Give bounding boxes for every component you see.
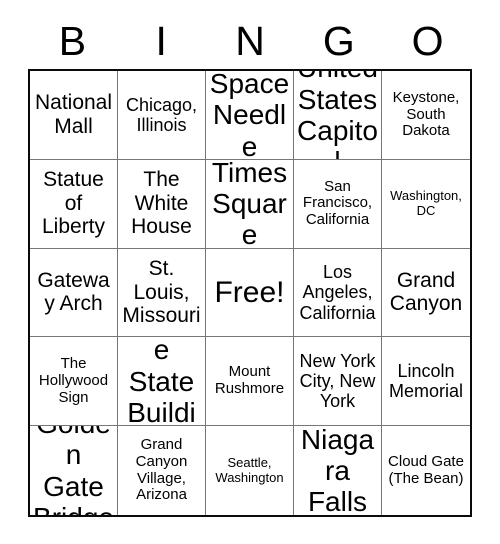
bingo-cell[interactable]: Seattle, Washington — [206, 426, 294, 515]
bingo-header: BINGO — [28, 14, 472, 69]
bingo-cell[interactable]: Washington, DC — [382, 159, 470, 249]
bingo-cell[interactable]: St. Louis, Missouri — [118, 248, 206, 338]
bingo-cell-label: Space Needle — [209, 71, 290, 160]
bingo-cell-label: Statue of Liberty — [41, 168, 106, 239]
bingo-cell[interactable]: Statue of Liberty — [30, 159, 118, 249]
bingo-cell-label: Gateway Arch — [37, 268, 110, 316]
bingo-cell[interactable]: Niagara Falls — [294, 426, 382, 515]
bingo-cell-label: Grand Canyon — [389, 268, 463, 316]
bingo-cell-label: Empire State Building — [127, 337, 196, 427]
bingo-cell[interactable]: Gateway Arch — [30, 248, 118, 338]
bingo-cell-label: Grand Canyon Village, Arizona — [135, 436, 188, 504]
bingo-cell[interactable]: United States Capitol — [294, 71, 382, 160]
bingo-cell-label: Cloud Gate (The Bean) — [388, 452, 464, 487]
bingo-cell-label: San Francisco, California — [302, 177, 373, 229]
bingo-cell[interactable]: Grand Canyon Village, Arizona — [118, 426, 206, 515]
bingo-header-letter-b: B — [58, 18, 87, 64]
bingo-cell[interactable]: Empire State Building — [118, 337, 206, 427]
bingo-cell[interactable]: Mount Rushmore — [206, 337, 294, 427]
bingo-cell-label: Mount Rushmore — [214, 363, 285, 398]
bingo-cell[interactable]: Grand Canyon — [382, 248, 470, 338]
bingo-header-letter-g: G — [322, 18, 355, 64]
bingo-cell[interactable]: Cloud Gate (The Bean) — [382, 426, 470, 515]
bingo-cell-label: Seattle, Washington — [215, 455, 284, 485]
bingo-cell-label: The Hollywood Sign — [38, 355, 109, 406]
bingo-cell[interactable]: Keystone, South Dakota — [382, 71, 470, 160]
bingo-grid: National Mall Chicago, Illinois Space Need… — [28, 69, 472, 517]
bingo-cell[interactable]: The Hollywood Sign — [30, 337, 118, 427]
bingo-cell[interactable]: The White House — [118, 159, 206, 249]
bingo-cell-label: Times Square — [211, 159, 288, 249]
bingo-cell[interactable]: Times Square — [206, 159, 294, 249]
bingo-header-letter-i: I — [155, 18, 167, 64]
bingo-cell[interactable]: Los Angeles, California — [294, 248, 382, 338]
bingo-card: B I N G O National Mall Chicago, Illinois Spac… — [0, 0, 500, 544]
bingo-cell-label: Niagara Falls — [300, 426, 375, 515]
bingo-header-letter-n: N — [235, 18, 265, 64]
bingo-cell-label: Chicago, Illinois — [125, 94, 198, 135]
bingo-cell[interactable]: National Mall — [30, 71, 118, 160]
bingo-cell-label: Keystone, South Dakota — [392, 88, 460, 140]
bingo-cell-label: Washington, DC — [390, 188, 462, 218]
bingo-cell-label: National Mall — [34, 91, 113, 138]
bingo-cell[interactable]: Space Needle — [206, 71, 294, 160]
bingo-free-space-label: Free! — [214, 275, 285, 309]
bingo-cell-label: Los Angeles, California — [299, 262, 376, 323]
bingo-cell[interactable]: Chicago, Illinois — [118, 71, 206, 160]
bingo-cell[interactable]: New York City, New York — [294, 337, 382, 427]
bingo-cell-label: Lincoln Memorial — [388, 361, 463, 402]
bingo-cell-label: United States Capitol — [297, 71, 378, 159]
bingo-cell[interactable]: Lincoln Memorial — [382, 337, 470, 427]
bingo-cell[interactable]: San Francisco, California — [294, 159, 382, 249]
bingo-header-letter-o: O — [411, 18, 444, 64]
bingo-cell-label: Golden Gate Bridge — [33, 426, 114, 515]
bingo-free-space[interactable]: Free! — [206, 248, 294, 338]
bingo-cell-label: St. Louis, Missouri — [122, 257, 201, 328]
bingo-cell-label: The White House — [131, 168, 192, 239]
bingo-cell[interactable]: Golden Gate Bridge — [30, 426, 118, 515]
bingo-cell-label: New York City, New York — [299, 351, 376, 412]
